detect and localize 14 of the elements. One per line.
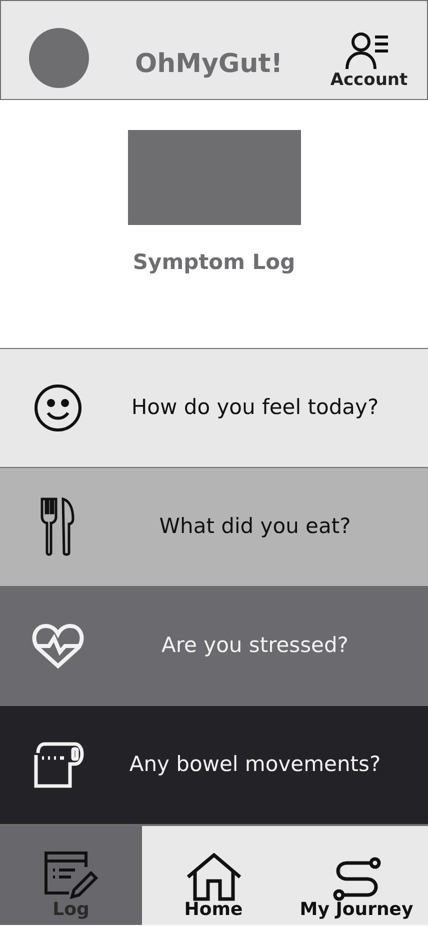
fork-knife-icon [39,497,77,557]
account-button[interactable]: Account [323,31,415,93]
page-title: Symptom Log [132,249,296,276]
question-row[interactable]: How do you feel today? [0,348,428,467]
app-title: OhMyGut! [135,51,283,77]
route-icon [330,857,382,901]
list-pencil-icon [42,849,100,901]
heartbeat-icon [31,622,85,670]
toilet-paper-icon [32,741,84,789]
home-icon [186,853,242,901]
question-row[interactable]: Any bowel movements? [0,705,428,824]
smiley-icon [33,383,83,433]
question-row[interactable]: What did you eat? [0,467,428,586]
question-row[interactable]: Are you stressed? [0,586,428,705]
